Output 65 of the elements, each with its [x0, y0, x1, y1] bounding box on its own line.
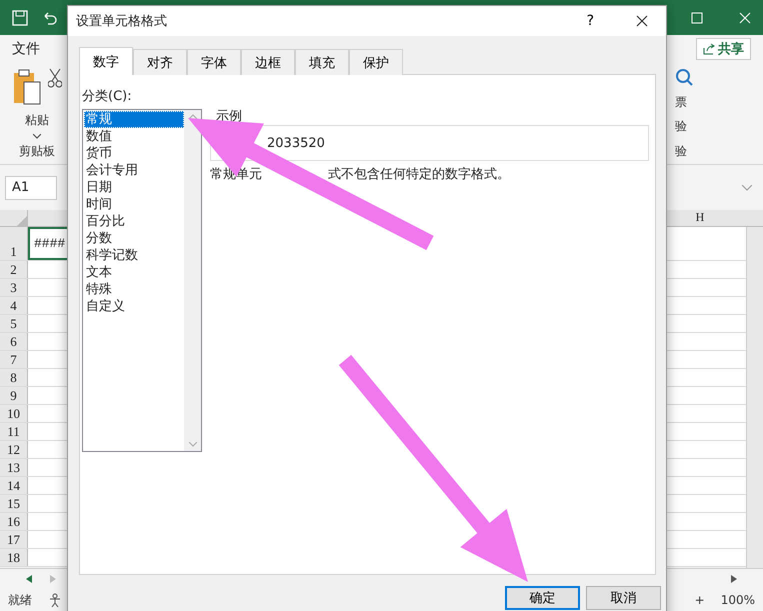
magnifier-icon[interactable]: [675, 68, 693, 86]
group-label: 剪贴板: [19, 142, 55, 160]
caret-icon[interactable]: [33, 134, 41, 139]
tab[interactable]: 数字: [79, 47, 133, 75]
tab[interactable]: 对齐: [133, 49, 187, 75]
scissors-icon[interactable]: [48, 68, 62, 88]
ribbon-label[interactable]: 验: [675, 118, 687, 136]
tab[interactable]: 字体: [187, 49, 241, 75]
list-item[interactable]: 百分比: [84, 213, 184, 230]
scroll-left-icon[interactable]: [26, 575, 32, 583]
list-item[interactable]: 会计专用: [84, 162, 184, 179]
list-item[interactable]: 货币: [84, 145, 184, 162]
chevron-icon[interactable]: [742, 184, 752, 190]
cancel-button[interactable]: 取消: [586, 586, 661, 610]
row-number[interactable]: 15: [0, 495, 28, 512]
tab[interactable]: 边框: [241, 49, 295, 75]
row-number[interactable]: 2: [0, 261, 28, 278]
category-label: 分类(C):: [82, 88, 133, 105]
save-icon[interactable]: [12, 10, 28, 26]
list-item[interactable]: 数值: [84, 128, 184, 145]
tab[interactable]: 填充: [295, 49, 349, 75]
zoom-level[interactable]: 100%: [720, 593, 755, 607]
file-tab[interactable]: 文件: [12, 40, 40, 58]
row-number[interactable]: 4: [0, 297, 28, 314]
row-number[interactable]: 14: [0, 477, 28, 494]
row-number[interactable]: 18: [0, 549, 28, 566]
row-number[interactable]: 10: [0, 405, 28, 422]
list-item[interactable]: 常规: [84, 111, 184, 128]
close-icon[interactable]: [636, 15, 648, 27]
list-item[interactable]: 文本: [84, 264, 184, 281]
paste-button[interactable]: 粘贴: [25, 112, 49, 130]
dialog-title: 设置单元格格式: [76, 13, 167, 30]
row-number[interactable]: 7: [0, 351, 28, 368]
category-list[interactable]: 常规 数值 货币 会计专用 日期 时间 百分比 分数 科学记数 文本 特殊 自定义: [82, 109, 202, 452]
help-button[interactable]: ?: [580, 12, 600, 30]
sample-value: 2033520: [267, 136, 325, 150]
description-text: 式不包含任何特定的数字格式。: [328, 166, 510, 183]
row-number[interactable]: 11: [0, 423, 28, 440]
status-text: 就绪: [8, 592, 32, 608]
maximize-icon[interactable]: [691, 12, 703, 24]
row-number[interactable]: 12: [0, 441, 28, 458]
accessibility-icon[interactable]: [48, 593, 62, 607]
scroll-right-icon[interactable]: [731, 575, 737, 583]
list-item[interactable]: 日期: [84, 179, 184, 196]
list-item[interactable]: 特殊: [84, 281, 184, 298]
zoom-in-button[interactable]: +: [694, 593, 705, 607]
share-icon: [703, 42, 715, 54]
ok-button[interactable]: 确定: [505, 586, 580, 610]
row-number[interactable]: 5: [0, 315, 28, 332]
share-button[interactable]: 共享: [696, 38, 751, 60]
undo-icon[interactable]: [42, 10, 58, 26]
row-number[interactable]: 17: [0, 531, 28, 548]
row-number[interactable]: 6: [0, 333, 28, 350]
row-number[interactable]: 8: [0, 369, 28, 386]
list-item[interactable]: 自定义: [84, 298, 184, 315]
row-number[interactable]: 1: [0, 227, 28, 260]
name-box[interactable]: A1: [5, 176, 57, 200]
row-number[interactable]: 3: [0, 279, 28, 296]
row-number[interactable]: 13: [0, 459, 28, 476]
ribbon-label[interactable]: 票: [675, 94, 687, 111]
group-label: 验: [675, 142, 687, 160]
tab[interactable]: 保护: [349, 49, 403, 75]
row-number[interactable]: 16: [0, 513, 28, 530]
row-number[interactable]: 9: [0, 387, 28, 404]
list-item[interactable]: 时间: [84, 196, 184, 213]
